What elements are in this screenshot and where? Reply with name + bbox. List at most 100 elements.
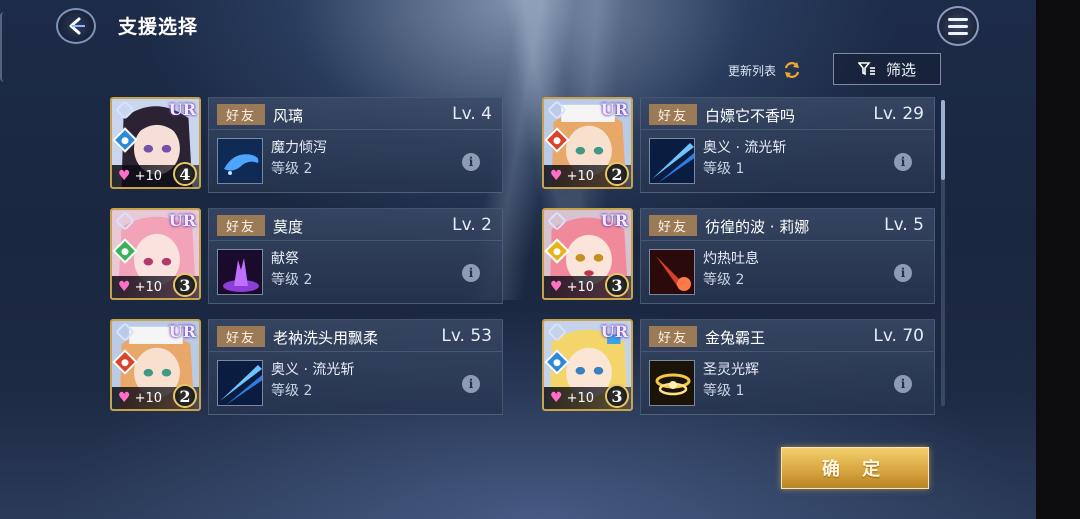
rarity-badge: UR	[168, 322, 196, 341]
name-row: 好友 彷徨的波 · 莉娜 Lv. 5	[641, 209, 934, 241]
back-arrow-icon	[69, 17, 85, 35]
player-name: 金兔霸王	[705, 329, 766, 347]
rarity-badge: UR	[168, 211, 196, 230]
info-icon[interactable]: i	[462, 375, 480, 393]
player-name: 老衲洗头用飘柔	[273, 329, 379, 347]
info-icon[interactable]: i	[462, 153, 480, 171]
info-icon[interactable]: i	[894, 153, 912, 171]
heart-icon: ♥	[550, 168, 563, 184]
player-level: Lv. 29	[873, 104, 924, 124]
info-icon[interactable]: i	[894, 375, 912, 393]
skill-name: 灼热吐息	[703, 251, 759, 267]
scrollbar-thumb[interactable]	[941, 100, 945, 180]
heart-icon: ♥	[118, 279, 131, 295]
character-portrait: UR ♥ +10 2	[110, 319, 201, 411]
info-icon[interactable]: i	[462, 264, 480, 282]
screen-edge	[1036, 0, 1080, 519]
star-level-badge: 3	[605, 384, 629, 408]
name-row: 好友 莫度 Lv. 2	[209, 209, 502, 241]
player-name: 白嫖它不香吗	[705, 107, 796, 125]
menu-button[interactable]	[937, 6, 979, 46]
support-card[interactable]: UR ♥ +10 4 好友 风璃 Lv. 4 魔力倾泻 等级 2 i	[110, 97, 503, 193]
star-level-badge: 2	[605, 162, 629, 186]
halo-skill-icon	[649, 360, 695, 406]
star-level-badge: 4	[173, 162, 197, 186]
friend-tag: 好友	[217, 104, 265, 125]
player-level: Lv. 53	[441, 326, 492, 346]
info-icon[interactable]: i	[894, 264, 912, 282]
bond-value: +10	[566, 279, 594, 295]
bond-value: +10	[566, 390, 594, 406]
bond-value: +10	[134, 390, 162, 406]
name-row: 好友 金兔霸王 Lv. 70	[641, 320, 934, 352]
menu-line	[948, 17, 968, 21]
filter-label: 筛选	[885, 60, 916, 79]
menu-line	[948, 24, 968, 28]
side-handle[interactable]	[0, 12, 8, 82]
friend-tag: 好友	[649, 326, 697, 347]
character-portrait: UR ♥ +10 2	[542, 97, 633, 189]
page-title: 支援选择	[118, 16, 199, 38]
support-card[interactable]: UR ♥ +10 2 好友 白嫖它不香吗 Lv. 29 奥义 · 流光斩 等级 …	[542, 97, 935, 193]
back-button[interactable]	[56, 8, 96, 44]
rarity-badge: UR	[600, 322, 628, 341]
info-panel: 好友 风璃 Lv. 4 魔力倾泻 等级 2 i	[208, 97, 503, 193]
skill-name: 献祭	[271, 251, 299, 267]
skill-level: 等级 1	[703, 383, 745, 399]
support-card[interactable]: UR ♥ +10 3 好友 金兔霸王 Lv. 70 圣灵光辉 等级 1 i	[542, 319, 935, 415]
refresh-icon	[784, 62, 800, 78]
name-row: 好友 风璃 Lv. 4	[209, 98, 502, 130]
player-level: Lv. 5	[884, 215, 924, 235]
skill-level: 等级 2	[271, 383, 313, 399]
friend-tag: 好友	[217, 326, 265, 347]
heart-icon: ♥	[550, 279, 563, 295]
rarity-badge: UR	[168, 100, 196, 119]
skill-level: 等级 1	[703, 161, 745, 177]
character-portrait: UR ♥ +10 3	[542, 208, 633, 300]
heart-icon: ♥	[118, 390, 131, 406]
player-name: 风璃	[273, 107, 304, 125]
player-name: 彷徨的波 · 莉娜	[705, 218, 810, 236]
rarity-badge: UR	[600, 100, 628, 119]
bond-value: +10	[134, 168, 162, 184]
player-level: Lv. 2	[452, 215, 492, 235]
friend-tag: 好友	[649, 215, 697, 236]
skill-name: 圣灵光辉	[703, 362, 759, 378]
info-panel: 好友 莫度 Lv. 2 献祭 等级 2 i	[208, 208, 503, 304]
bond-value: +10	[566, 168, 594, 184]
player-name: 莫度	[273, 218, 304, 236]
player-level: Lv. 70	[873, 326, 924, 346]
skill-level: 等级 2	[271, 272, 313, 288]
slash-skill-icon	[649, 138, 695, 184]
menu-line	[948, 31, 968, 35]
skill-name: 奥义 · 流光斩	[703, 140, 787, 156]
star-level-badge: 3	[173, 273, 197, 297]
skill-level: 等级 2	[271, 161, 313, 177]
skill-level: 等级 2	[703, 272, 745, 288]
support-card[interactable]: UR ♥ +10 3 好友 莫度 Lv. 2 献祭 等级 2 i	[110, 208, 503, 304]
info-panel: 好友 白嫖它不香吗 Lv. 29 奥义 · 流光斩 等级 1 i	[640, 97, 935, 193]
rarity-badge: UR	[600, 211, 628, 230]
bond-value: +10	[134, 279, 162, 295]
breath-skill-icon	[649, 249, 695, 295]
filter-icon	[857, 62, 875, 76]
filter-button[interactable]: 筛选	[833, 53, 941, 85]
player-level: Lv. 4	[452, 104, 492, 124]
heart-icon: ♥	[550, 390, 563, 406]
sacrifice-skill-icon	[217, 249, 263, 295]
refresh-list-button[interactable]: 更新列表	[728, 60, 802, 80]
info-panel: 好友 彷徨的波 · 莉娜 Lv. 5 灼热吐息 等级 2 i	[640, 208, 935, 304]
character-portrait: UR ♥ +10 3	[542, 319, 633, 411]
skill-name: 魔力倾泻	[271, 140, 327, 156]
info-panel: 好友 金兔霸王 Lv. 70 圣灵光辉 等级 1 i	[640, 319, 935, 415]
support-card[interactable]: UR ♥ +10 2 好友 老衲洗头用飘柔 Lv. 53 奥义 · 流光斩 等级…	[110, 319, 503, 415]
star-level-badge: 3	[605, 273, 629, 297]
friend-tag: 好友	[649, 104, 697, 125]
heart-icon: ♥	[118, 168, 131, 184]
confirm-button[interactable]: 确 定	[781, 447, 929, 489]
name-row: 好友 白嫖它不香吗 Lv. 29	[641, 98, 934, 130]
character-portrait: UR ♥ +10 3	[110, 208, 201, 300]
slash-skill-icon	[217, 360, 263, 406]
support-card[interactable]: UR ♥ +10 3 好友 彷徨的波 · 莉娜 Lv. 5 灼热吐息 等级 2 …	[542, 208, 935, 304]
skill-name: 奥义 · 流光斩	[271, 362, 355, 378]
